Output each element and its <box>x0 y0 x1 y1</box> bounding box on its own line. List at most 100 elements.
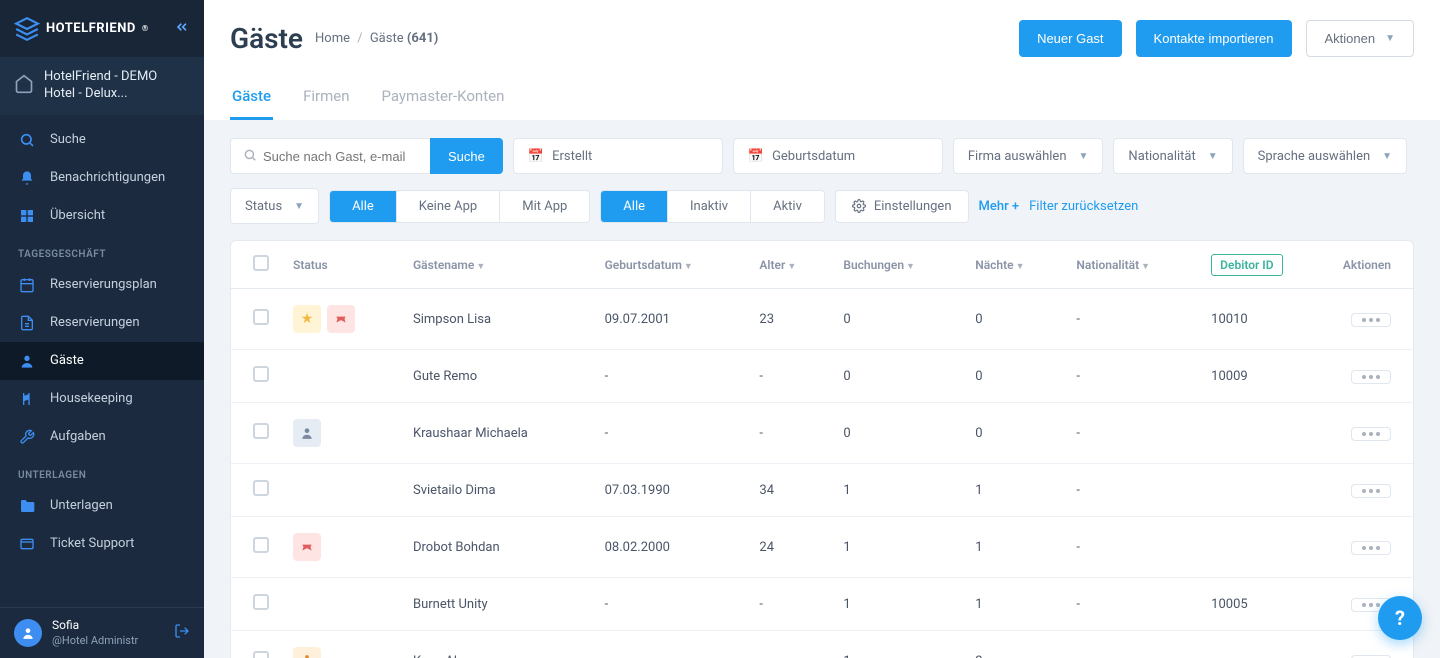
sidebar-nav: Suche Benachrichtigungen Übersicht TAGES… <box>0 115 204 607</box>
status-filter[interactable]: Status▼ <box>230 188 319 224</box>
table-row[interactable]: Kena Akex - - 1 2 - <box>231 631 1413 658</box>
bell-badge <box>327 305 355 333</box>
dots-icon <box>1362 489 1380 493</box>
wrench-icon <box>18 428 36 446</box>
collapse-sidebar-button[interactable] <box>174 19 190 39</box>
help-fab[interactable]: ? <box>1378 596 1422 640</box>
reset-filters-button[interactable]: Filter zurücksetzen <box>1029 199 1138 214</box>
th-nights[interactable]: Nächte▼ <box>963 241 1064 289</box>
calendar-icon <box>18 276 36 294</box>
calendar-icon: 📅 <box>528 149 544 164</box>
row-checkbox[interactable] <box>253 537 269 553</box>
seg-app-all[interactable]: Alle <box>330 191 397 222</box>
th-name[interactable]: Gästename▼ <box>401 241 593 289</box>
row-actions-button[interactable] <box>1351 370 1391 384</box>
th-birth[interactable]: Geburtsdatum▼ <box>593 241 748 289</box>
table-row[interactable]: Drobot Bohdan 08.02.2000 24 1 1 - <box>231 517 1413 578</box>
seg-app-yes[interactable]: Mit App <box>500 191 589 222</box>
hotel-selector[interactable]: HotelFriend - DEMO Hotel - Delux... <box>0 57 204 115</box>
sidebar-item-gäste[interactable]: Gäste <box>0 342 204 380</box>
cell-debitor: 10009 <box>1199 350 1331 403</box>
sidebar-item-label: Gäste <box>50 353 84 368</box>
seg-act-all[interactable]: Alle <box>601 191 668 222</box>
cell-age: - <box>747 403 831 464</box>
row-checkbox[interactable] <box>253 366 269 382</box>
status-badges <box>293 647 389 658</box>
seg-app-no[interactable]: Keine App <box>397 191 500 222</box>
table-row[interactable]: Gute Remo - - 0 0 - 10009 <box>231 350 1413 403</box>
actions-dropdown[interactable]: Aktionen▼ <box>1306 20 1415 57</box>
row-checkbox[interactable] <box>253 651 269 658</box>
sidebar-item-ticket-support[interactable]: Ticket Support <box>0 525 204 563</box>
sidebar-item-aufgaben[interactable]: Aufgaben <box>0 418 204 456</box>
row-checkbox[interactable] <box>253 480 269 496</box>
cell-nights: 1 <box>963 464 1064 517</box>
cell-bookings: 1 <box>831 517 963 578</box>
company-filter[interactable]: Firma auswählen▼ <box>953 138 1104 174</box>
sidebar-footer: Sofia @Hotel Administr <box>0 607 204 658</box>
new-guest-button[interactable]: Neuer Gast <box>1019 20 1121 57</box>
cell-nights: 1 <box>963 578 1064 631</box>
cell-name: Svietailo Dima <box>401 464 593 517</box>
select-all-checkbox[interactable] <box>253 255 269 271</box>
th-status[interactable]: Status <box>281 241 401 289</box>
nationality-filter[interactable]: Nationalität▼ <box>1113 138 1232 174</box>
created-filter[interactable]: 📅 Erstellt <box>513 138 723 174</box>
table-row[interactable]: Svietailo Dima 07.03.1990 34 1 1 - <box>231 464 1413 517</box>
sidebar-item-housekeeping[interactable]: Housekeeping <box>0 380 204 418</box>
th-age[interactable]: Alter▼ <box>747 241 831 289</box>
table-row[interactable]: Burnett Unity - - 1 1 - 10005 <box>231 578 1413 631</box>
tab-firmen[interactable]: Firmen <box>301 75 351 120</box>
tab-paymaster-konten[interactable]: Paymaster-Konten <box>379 75 506 120</box>
nav-section-docs: UNTERLAGEN <box>0 456 204 487</box>
seg-act-inactive[interactable]: Inaktiv <box>668 191 751 222</box>
import-contacts-button[interactable]: Kontakte importieren <box>1136 20 1292 57</box>
user-icon <box>18 352 36 370</box>
row-actions-button[interactable] <box>1351 313 1391 327</box>
th-nat[interactable]: Nationalität▼ <box>1064 241 1199 289</box>
cell-nights: 2 <box>963 631 1064 658</box>
sidebar-item-label: Reservierungsplan <box>50 277 157 292</box>
table-row[interactable]: ★ Simpson Lisa 09.07.2001 23 0 0 - 10010 <box>231 289 1413 350</box>
language-filter[interactable]: Sprache auswählen▼ <box>1243 138 1407 174</box>
cell-nights: 0 <box>963 403 1064 464</box>
birth-filter[interactable]: 📅 Geburtsdatum <box>733 138 943 174</box>
row-checkbox[interactable] <box>253 594 269 610</box>
search-button[interactable]: Suche <box>430 138 503 174</box>
tab-gäste[interactable]: Gäste <box>230 75 273 120</box>
th-debitor[interactable]: Debitor ID <box>1199 241 1331 289</box>
dots-icon <box>1362 603 1380 607</box>
sidebar-item-übersicht[interactable]: Übersicht <box>0 197 204 235</box>
chevron-down-icon: ▼ <box>1079 151 1089 162</box>
chevrons-left-icon <box>174 19 190 35</box>
sidebar-item-suche[interactable]: Suche <box>0 121 204 159</box>
sidebar-item-benachrichtigungen[interactable]: Benachrichtigungen <box>0 159 204 197</box>
row-actions-button[interactable] <box>1351 484 1391 498</box>
more-filters-button[interactable]: Mehr + <box>979 199 1020 214</box>
sidebar-item-reservierungsplan[interactable]: Reservierungsplan <box>0 266 204 304</box>
user-icon <box>21 626 35 640</box>
sort-icon: ▼ <box>906 262 915 272</box>
row-checkbox[interactable] <box>253 423 269 439</box>
topbar: Gäste Home / Gäste (641) Neuer Gast Kont… <box>204 0 1440 120</box>
sidebar-item-reservierungen[interactable]: Reservierungen <box>0 304 204 342</box>
search-input[interactable] <box>263 149 418 164</box>
cell-age: 23 <box>747 289 831 350</box>
active-segment: Alle Inaktiv Aktiv <box>600 190 825 223</box>
star-badge: ★ <box>293 305 321 333</box>
row-actions-button[interactable] <box>1351 427 1391 441</box>
row-actions-button[interactable] <box>1351 541 1391 555</box>
logout-button[interactable] <box>174 623 190 643</box>
th-book[interactable]: Buchungen▼ <box>831 241 963 289</box>
table-settings-button[interactable]: Einstellungen <box>835 190 969 223</box>
house-icon <box>18 390 36 408</box>
sort-icon: ▼ <box>787 262 796 272</box>
sort-icon: ▼ <box>684 262 693 272</box>
seg-act-active[interactable]: Aktiv <box>751 191 824 222</box>
sidebar-item-unterlagen[interactable]: Unterlagen <box>0 487 204 525</box>
row-checkbox[interactable] <box>253 309 269 325</box>
table-row[interactable]: Kraushaar Michaela - - 0 0 - <box>231 403 1413 464</box>
cell-bookings: 0 <box>831 350 963 403</box>
sidebar-item-label: Ticket Support <box>50 536 134 551</box>
breadcrumb-home[interactable]: Home <box>315 31 350 46</box>
